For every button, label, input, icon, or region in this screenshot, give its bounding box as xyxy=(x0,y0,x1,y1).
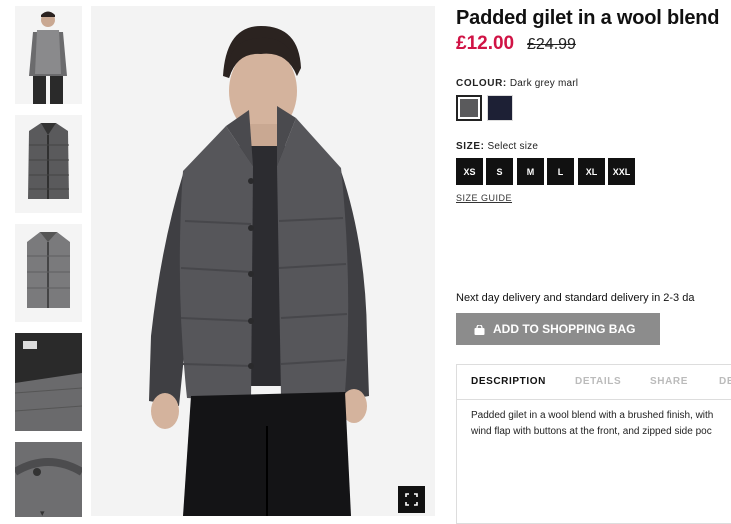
size-option-xxl[interactable]: XXL xyxy=(608,158,635,185)
description-line: wind flap with buttons at the front, and… xyxy=(471,426,712,437)
tab-strip: DESCRIPTION DETAILS SHARE DE xyxy=(457,365,731,400)
product-tabs: DESCRIPTION DETAILS SHARE DE Padded gile… xyxy=(456,364,731,524)
tab-delivery[interactable]: DE xyxy=(719,376,731,387)
product-info: Padded gilet in a wool blend £12.00 £24.… xyxy=(456,0,731,524)
description-text: Padded gilet in a wool blend with a brus… xyxy=(471,408,731,440)
expand-icon[interactable] xyxy=(398,486,425,513)
thumbnail-gallery: ▾ xyxy=(0,0,88,517)
swatch-navy[interactable] xyxy=(487,95,513,121)
size-option-xl[interactable]: XL xyxy=(578,158,605,185)
tab-share[interactable]: SHARE xyxy=(650,376,688,387)
colour-label: COLOUR: xyxy=(456,78,507,89)
tab-description[interactable]: DESCRIPTION xyxy=(471,376,546,387)
sale-price: £12.00 xyxy=(456,33,515,54)
size-option-l[interactable]: L xyxy=(547,158,574,185)
description-line: Padded gilet in a wool blend with a brus… xyxy=(471,410,714,421)
size-guide-link[interactable]: SIZE GUIDE xyxy=(456,193,512,203)
swatch-dark-grey-marl[interactable] xyxy=(456,95,482,121)
size-option-xs[interactable]: XS xyxy=(456,158,483,185)
chevron-down-icon[interactable]: ▾ xyxy=(40,508,45,517)
thumbnail-button-detail[interactable] xyxy=(15,442,82,517)
add-to-bag-label: ADD TO SHOPPING BAG xyxy=(493,322,636,336)
size-option-m[interactable]: M xyxy=(517,158,544,185)
size-label-row: SIZE: Select size xyxy=(456,141,538,152)
size-prompt: Select size xyxy=(487,141,539,152)
shopping-bag-icon xyxy=(474,324,485,335)
colour-selected-value: Dark grey marl xyxy=(509,78,579,89)
thumbnail-collar-detail[interactable] xyxy=(15,333,82,431)
thumbnail-model-front[interactable] xyxy=(15,6,82,104)
original-price: £24.99 xyxy=(527,36,576,53)
active-tab-indicator xyxy=(457,396,561,399)
add-to-bag-button[interactable]: ADD TO SHOPPING BAG xyxy=(456,313,660,345)
main-product-image xyxy=(91,6,435,516)
thumbnail-gilet-flat[interactable] xyxy=(15,224,82,322)
size-option-s[interactable]: S xyxy=(486,158,513,185)
thumbnail-gilet-front[interactable] xyxy=(15,115,82,213)
size-label: SIZE: xyxy=(456,141,485,152)
tab-details[interactable]: DETAILS xyxy=(575,376,621,387)
delivery-info: Next day delivery and standard delivery … xyxy=(456,292,695,304)
colour-label-row: COLOUR: Dark grey marl xyxy=(456,78,578,89)
product-title: Padded gilet in a wool blend xyxy=(456,7,720,29)
